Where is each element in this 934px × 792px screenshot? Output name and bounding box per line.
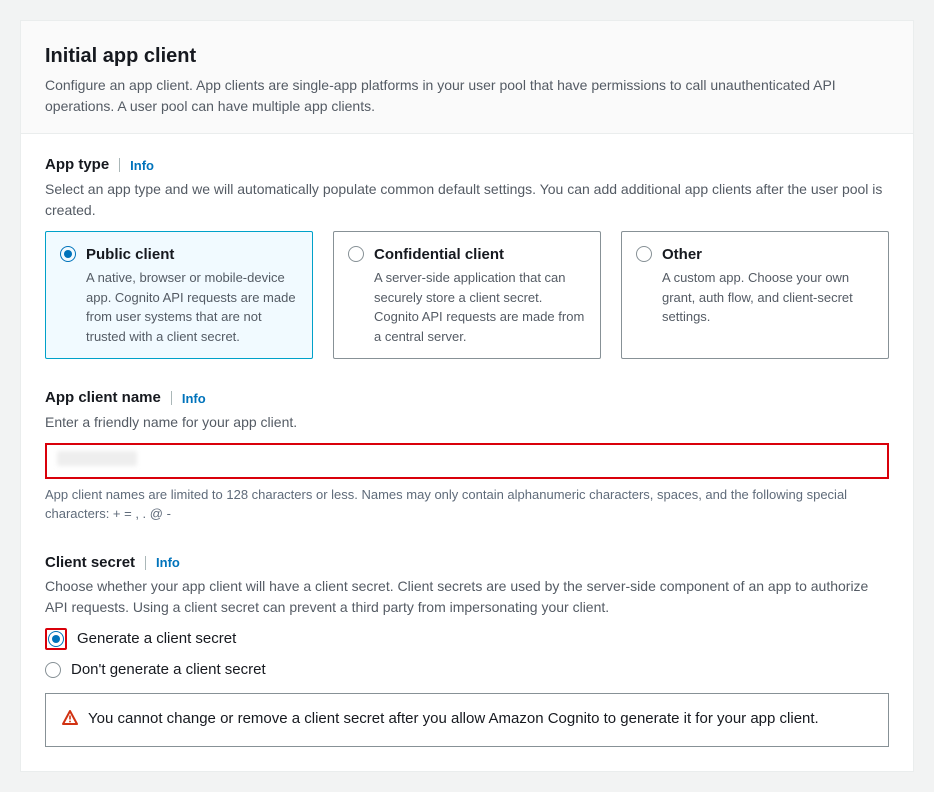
highlight-box bbox=[45, 628, 67, 650]
radio-icon bbox=[48, 631, 64, 647]
client-secret-options: Generate a client secret Don't generate … bbox=[45, 628, 889, 681]
client-secret-section: Client secret Info Choose whether your a… bbox=[45, 552, 889, 748]
radio-icon bbox=[45, 662, 61, 678]
app-type-label: App type bbox=[45, 154, 109, 177]
option-desc: A native, browser or mobile-device app. … bbox=[86, 268, 298, 346]
radio-label: Generate a client secret bbox=[77, 628, 236, 651]
panel-body: App type Info Select an app type and we … bbox=[21, 134, 913, 771]
warning-text: You cannot change or remove a client sec… bbox=[88, 708, 819, 731]
option-title: Other bbox=[662, 244, 874, 267]
panel-description: Configure an app client. App clients are… bbox=[45, 75, 889, 117]
divider bbox=[119, 158, 120, 172]
option-title: Public client bbox=[86, 244, 298, 267]
radio-icon bbox=[636, 246, 652, 262]
radio-icon bbox=[60, 246, 76, 262]
app-type-description: Select an app type and we will automatic… bbox=[45, 179, 889, 221]
app-type-options: Public client A native, browser or mobil… bbox=[45, 231, 889, 360]
section-header: App client name Info bbox=[45, 387, 889, 410]
app-client-name-info-link[interactable]: Info bbox=[182, 389, 206, 409]
app-client-name-hint: App client names are limited to 128 char… bbox=[45, 485, 889, 524]
app-type-info-link[interactable]: Info bbox=[130, 156, 154, 176]
app-type-option-confidential-client[interactable]: Confidential client A server-side applic… bbox=[333, 231, 601, 360]
radio-icon bbox=[348, 246, 364, 262]
app-client-name-input[interactable] bbox=[45, 443, 889, 479]
panel-title: Initial app client bbox=[45, 41, 889, 71]
app-type-option-public-client[interactable]: Public client A native, browser or mobil… bbox=[45, 231, 313, 360]
warning-icon bbox=[62, 710, 78, 732]
divider bbox=[171, 391, 172, 405]
panel-header: Initial app client Configure an app clie… bbox=[21, 21, 913, 134]
initial-app-client-panel: Initial app client Configure an app clie… bbox=[20, 20, 914, 772]
client-secret-option-dont-generate[interactable]: Don't generate a client secret bbox=[45, 659, 889, 682]
section-header: Client secret Info bbox=[45, 552, 889, 575]
redacted-text bbox=[57, 451, 137, 466]
option-desc: A custom app. Choose your own grant, aut… bbox=[662, 268, 874, 327]
option-desc: A server-side application that can secur… bbox=[374, 268, 586, 346]
client-secret-description: Choose whether your app client will have… bbox=[45, 576, 889, 618]
section-header: App type Info bbox=[45, 154, 889, 177]
client-secret-info-link[interactable]: Info bbox=[156, 553, 180, 573]
app-client-name-section: App client name Info Enter a friendly na… bbox=[45, 387, 889, 524]
app-type-option-other[interactable]: Other A custom app. Choose your own gran… bbox=[621, 231, 889, 360]
option-title: Confidential client bbox=[374, 244, 586, 267]
client-secret-warning: You cannot change or remove a client sec… bbox=[45, 693, 889, 747]
app-client-name-description: Enter a friendly name for your app clien… bbox=[45, 412, 889, 433]
client-secret-option-generate[interactable]: Generate a client secret bbox=[45, 628, 889, 651]
divider bbox=[145, 556, 146, 570]
radio-label: Don't generate a client secret bbox=[71, 659, 266, 682]
client-secret-label: Client secret bbox=[45, 552, 135, 575]
app-type-section: App type Info Select an app type and we … bbox=[45, 154, 889, 359]
app-client-name-label: App client name bbox=[45, 387, 161, 410]
